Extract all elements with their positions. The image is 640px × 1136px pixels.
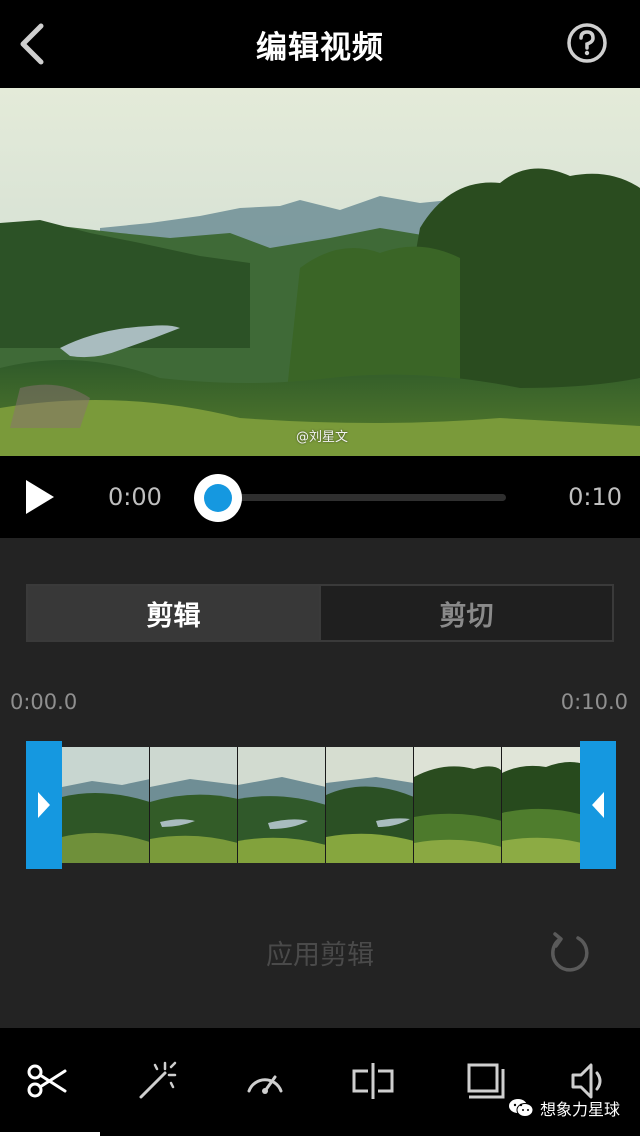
trim-start-time: 0:00.0	[10, 690, 78, 714]
reset-icon	[551, 932, 589, 972]
filmstrip-frame	[150, 747, 238, 863]
speed-gauge-icon	[247, 1075, 283, 1094]
filmstrip-frame	[326, 747, 414, 863]
wechat-watermark: 想象力星球	[508, 1096, 620, 1120]
trim-start-handle[interactable]	[26, 741, 62, 869]
apply-trim-button[interactable]: 应用剪辑	[0, 933, 640, 972]
seek-track[interactable]	[218, 494, 506, 501]
current-time: 0:00	[108, 483, 162, 511]
landscape-video-frame	[0, 88, 640, 456]
magic-wand-icon	[139, 1061, 177, 1099]
active-tool-indicator	[0, 1132, 100, 1136]
page-title: 编辑视频	[256, 30, 384, 66]
wechat-icon	[509, 1099, 534, 1117]
video-preview[interactable]: @刘星文	[0, 88, 640, 456]
wechat-account-name: 想象力星球	[540, 1100, 621, 1119]
play-button[interactable]	[22, 478, 58, 516]
filmstrip-frame	[502, 747, 582, 863]
video-watermark: @刘星文	[296, 430, 349, 445]
playback-bar: 0:00 0:10	[0, 456, 640, 538]
total-time: 0:10	[568, 483, 622, 511]
seek-thumb-dot	[204, 484, 232, 512]
scissors-icon	[27, 1064, 67, 1098]
reset-button[interactable]	[548, 930, 592, 974]
trim-end-time: 0:10.0	[560, 690, 628, 714]
mode-tabs: 剪辑 剪切	[26, 584, 614, 642]
top-bar: 编辑视频	[0, 0, 640, 88]
tool-effects[interactable]	[132, 1056, 182, 1106]
filmstrip-frame	[238, 747, 326, 863]
triangle-left-icon	[592, 792, 604, 818]
edit-panel: 剪辑 剪切 0:00.0 0:10.0 应用剪辑	[0, 538, 640, 1028]
bottom-toolbar: 想象力星球	[0, 1028, 640, 1136]
seek-thumb[interactable]	[194, 474, 242, 522]
tab-cut[interactable]: 剪切	[319, 586, 612, 640]
filmstrip-frame	[414, 747, 502, 863]
tool-speed[interactable]	[240, 1056, 290, 1106]
triangle-right-icon	[38, 792, 50, 818]
split-icon	[352, 1063, 394, 1099]
trim-end-handle[interactable]	[580, 741, 616, 869]
filmstrip-frame	[62, 747, 150, 863]
crop-frame-icon	[467, 1063, 505, 1099]
tool-frame[interactable]	[460, 1056, 510, 1106]
tab-clip[interactable]: 剪辑	[28, 586, 319, 640]
video-filmstrip[interactable]	[62, 747, 582, 863]
help-circle-icon	[567, 23, 607, 63]
tool-split[interactable]	[348, 1056, 398, 1106]
tool-trim[interactable]	[22, 1056, 72, 1106]
help-button[interactable]	[566, 22, 608, 64]
play-icon	[26, 480, 54, 514]
